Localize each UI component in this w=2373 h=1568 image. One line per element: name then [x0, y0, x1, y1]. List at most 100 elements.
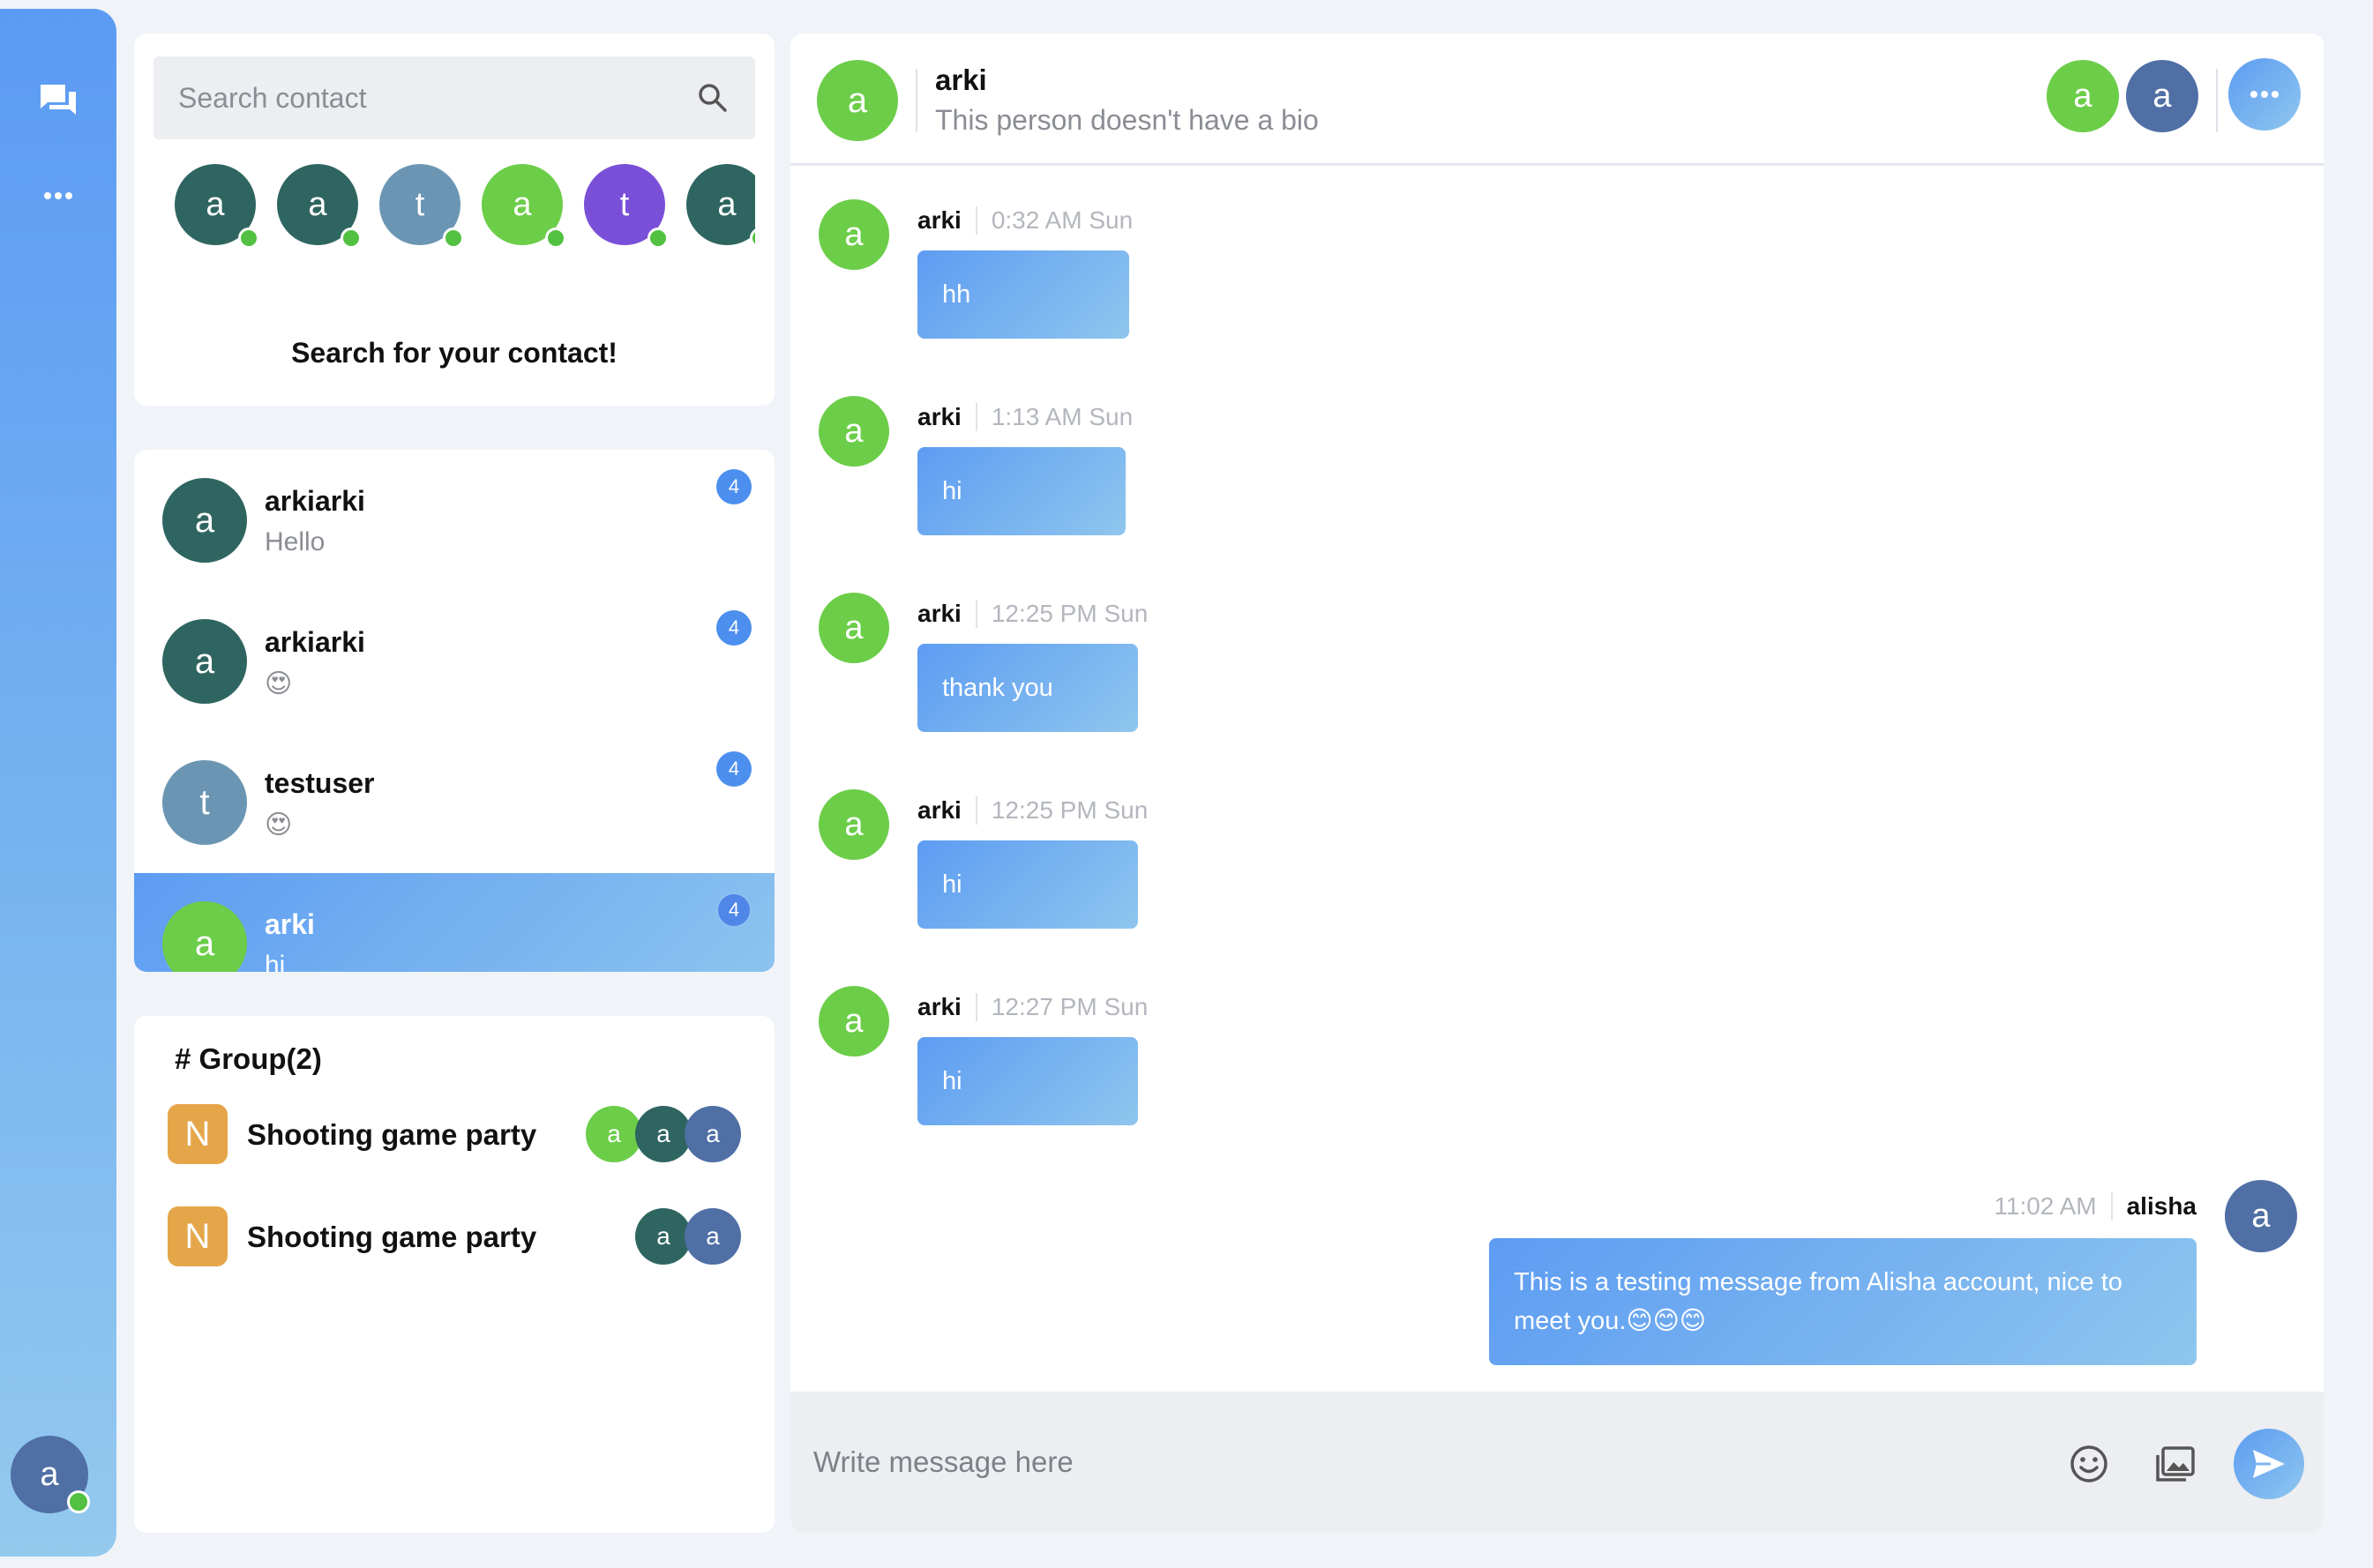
unread-badge: 4: [716, 469, 752, 504]
message-sender: arki: [917, 600, 962, 627]
group-members: aa: [635, 1208, 741, 1265]
conversation-panel: a arki This person doesn't have a bio aa…: [790, 34, 2324, 1533]
user-avatar[interactable]: a: [11, 1436, 90, 1513]
online-contacts: aatata: [175, 164, 755, 252]
emoji-icon[interactable]: [2068, 1443, 2110, 1485]
chat-preview: Hello: [265, 527, 326, 556]
message-avatar[interactable]: a: [819, 396, 889, 467]
chat-list-item[interactable]: a arki hi 4: [134, 873, 775, 972]
own-message: 11:02 AM alisha a This is a testing mess…: [790, 1180, 2324, 1392]
conversation-avatar[interactable]: a: [817, 60, 898, 141]
contact-initial: t: [415, 185, 425, 223]
chat-list-item[interactable]: a arkiarki Hello 4: [134, 450, 775, 591]
message-meta: arki 12:25 PM Sun: [917, 796, 1148, 825]
own-message-meta: 11:02 AM alisha: [1994, 1192, 2197, 1221]
avatar: a: [162, 901, 247, 972]
group-members: aaa: [586, 1106, 741, 1162]
contact-initial: a: [513, 185, 532, 223]
group-icon: N: [168, 1206, 228, 1266]
group-icon: N: [168, 1104, 228, 1164]
message-bubble: hi: [917, 840, 1138, 929]
message-bubble: thank you: [917, 644, 1138, 732]
chat-name: arkiarki: [265, 485, 365, 517]
chat-name: testuser: [265, 767, 375, 799]
meta-divider: [975, 403, 977, 431]
search-input[interactable]: [178, 81, 672, 115]
contact-avatar[interactable]: a: [482, 164, 566, 249]
online-indicator: [648, 228, 669, 249]
search-hint: Search for your contact!: [291, 337, 618, 369]
member-avatar: a: [685, 1208, 741, 1265]
contact-initial: a: [717, 185, 737, 223]
avatar: a: [162, 478, 247, 563]
user-avatar-initial: a: [40, 1455, 59, 1493]
member-avatar[interactable]: a: [2047, 60, 2119, 132]
search-icon[interactable]: [695, 80, 730, 116]
contact-avatar[interactable]: a: [686, 164, 755, 249]
contact-avatar[interactable]: t: [379, 164, 464, 249]
own-message-time: 11:02 AM: [1994, 1192, 2097, 1220]
contact-avatar[interactable]: a: [175, 164, 259, 249]
group-list-item[interactable]: N Shooting game party a a: [168, 1206, 741, 1268]
online-indicator: [238, 228, 259, 249]
chat-name: arkiarki: [265, 626, 365, 658]
avatar: a: [162, 619, 247, 704]
online-indicator: [545, 228, 566, 249]
chat-list-item[interactable]: a arkiarki 😍 4: [134, 591, 775, 732]
chat-name: arki: [265, 908, 315, 940]
chat-icon[interactable]: [37, 79, 79, 122]
meta-divider: [2110, 1192, 2113, 1221]
header-divider: [2216, 69, 2218, 132]
chat-list-item[interactable]: t testuser 😍 4: [134, 732, 775, 873]
message-avatar[interactable]: a: [819, 593, 889, 663]
contact-avatar[interactable]: t: [584, 164, 669, 249]
contact-initial: a: [308, 185, 327, 223]
message-bubble: hi: [917, 447, 1126, 535]
message-time: 0:32 AM Sun: [991, 206, 1134, 234]
message-input[interactable]: [813, 1436, 1960, 1489]
member-avatar[interactable]: a: [2126, 60, 2198, 132]
group-name: Shooting game party: [247, 1118, 537, 1151]
meta-divider: [975, 993, 977, 1021]
message-sender: arki: [917, 796, 962, 824]
message-bubble: hi: [917, 1037, 1138, 1125]
group-list-item[interactable]: N Shooting game party a a a: [168, 1104, 741, 1166]
message-avatar[interactable]: a: [819, 789, 889, 860]
message-avatar[interactable]: a: [819, 199, 889, 270]
more-icon: [2250, 91, 2279, 98]
online-indicator: [67, 1490, 90, 1513]
chat-preview: 😍: [265, 669, 293, 698]
contact-initial: t: [619, 185, 630, 223]
conversation-bio: This person doesn't have a bio: [935, 104, 1319, 136]
chat-list: a arkiarki Hello 4 a arkiarki 😍 4 t testuser 😍 4 a ar…: [134, 450, 775, 972]
group-name: Shooting game party: [247, 1221, 537, 1253]
message-time: 1:13 AM Sun: [991, 403, 1134, 430]
contact-avatar[interactable]: a: [277, 164, 362, 249]
image-icon[interactable]: [2154, 1443, 2197, 1485]
more-options-button[interactable]: [2228, 58, 2301, 131]
message: a arki 1:13 AM Sun hi: [790, 396, 2324, 581]
header-divider: [916, 69, 917, 132]
more-icon[interactable]: [37, 182, 79, 210]
unread-badge: 4: [716, 610, 752, 646]
member-avatar: a: [635, 1208, 692, 1265]
nav-rail: a: [0, 9, 116, 1557]
send-icon: [2253, 1450, 2285, 1478]
message-bubble: hh: [917, 250, 1129, 339]
group-title: # Group(2): [175, 1042, 322, 1075]
message-meta: arki 12:25 PM Sun: [917, 600, 1148, 628]
own-message-avatar[interactable]: a: [2225, 1180, 2297, 1252]
chat-preview: hi: [265, 951, 286, 972]
contact-initial: a: [206, 185, 225, 223]
online-indicator: [750, 228, 755, 249]
message-sender: arki: [917, 206, 962, 234]
message-meta: arki 1:13 AM Sun: [917, 403, 1133, 431]
message-composer: [790, 1392, 2324, 1533]
online-indicator: [341, 228, 362, 249]
message: a arki 12:25 PM Sun thank you: [790, 593, 2324, 778]
send-button[interactable]: [2234, 1429, 2304, 1499]
message-time: 12:25 PM Sun: [991, 600, 1149, 627]
message-meta: arki 0:32 AM Sun: [917, 206, 1133, 235]
message: a arki 12:27 PM Sun hi: [790, 986, 2324, 1171]
message-avatar[interactable]: a: [819, 986, 889, 1057]
